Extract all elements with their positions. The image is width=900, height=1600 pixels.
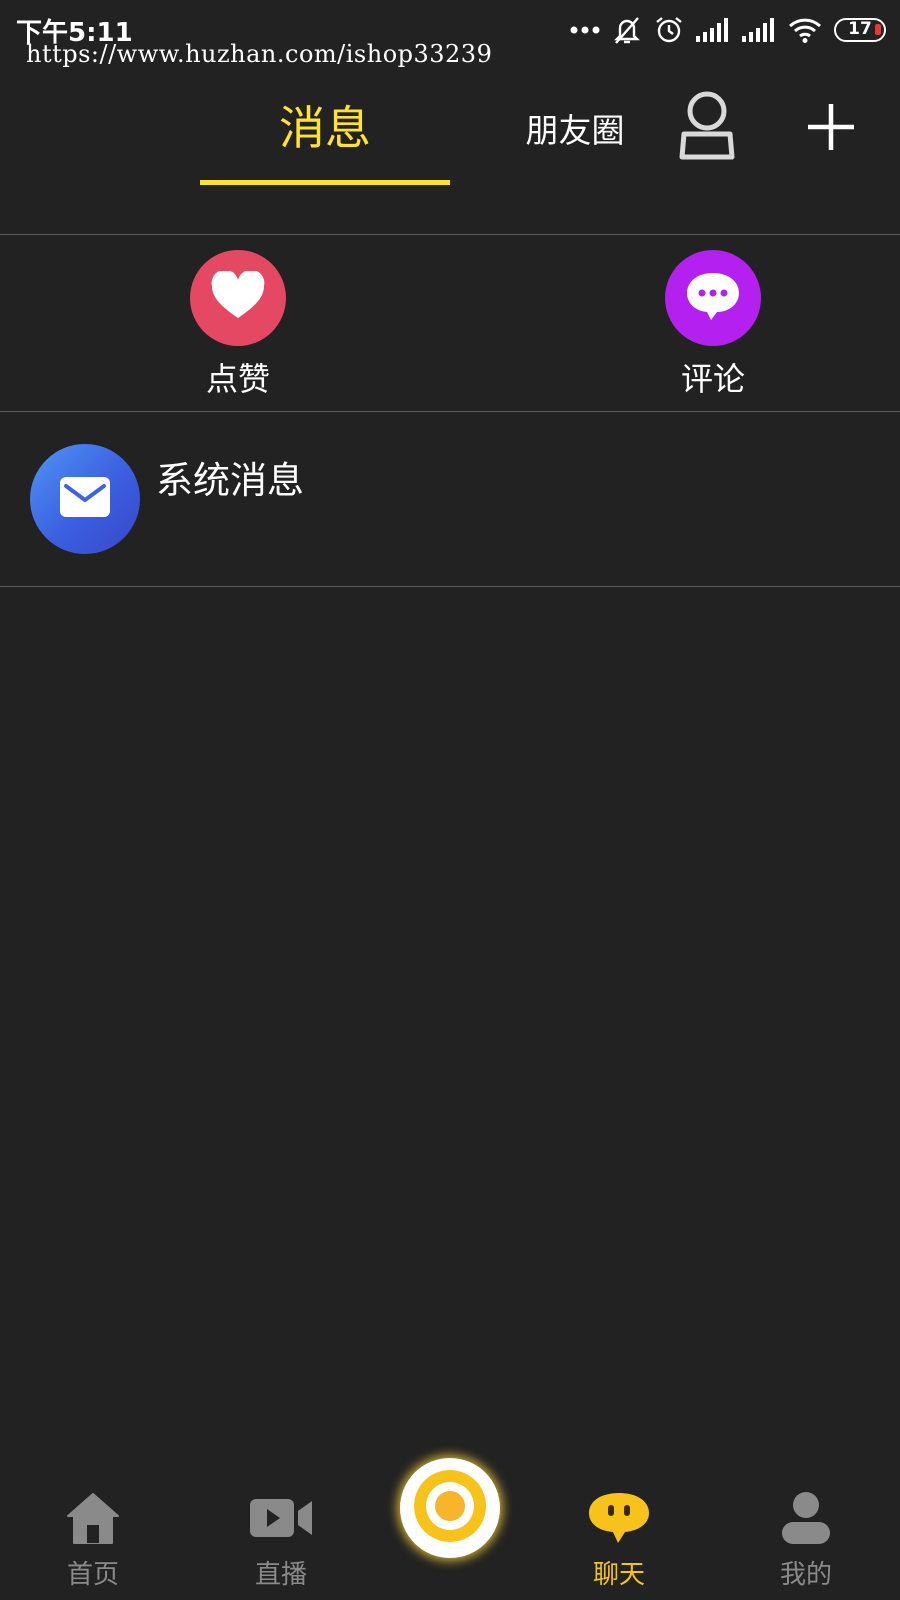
status-icons: 17: [570, 12, 886, 48]
add-button[interactable]: [800, 96, 862, 158]
nav-home-label: 首页: [66, 1560, 119, 1590]
comments-button[interactable]: 评论: [633, 250, 793, 400]
user-button[interactable]: [672, 90, 742, 162]
signal-icon: [742, 18, 776, 42]
status-bar: 下午5:11 https://www.huzhan.com/ishop33239: [0, 0, 900, 68]
nav-profile-label: 我的: [779, 1560, 832, 1590]
record-button[interactable]: [400, 1458, 500, 1558]
home-icon: [65, 1490, 121, 1550]
nav-live[interactable]: 直播: [216, 1490, 346, 1591]
system-message-row[interactable]: 系统消息: [0, 412, 900, 586]
battery-icon: 17: [834, 18, 886, 42]
chat-bubble-icon: [587, 1491, 651, 1549]
bottom-nav: 首页 直播 聊天 我的: [0, 1458, 900, 1600]
user-outline-icon: [672, 91, 742, 166]
tab-messages[interactable]: 消息: [200, 92, 450, 158]
plus-icon: [800, 104, 862, 162]
divider: [0, 234, 900, 235]
nav-chat[interactable]: 聊天: [554, 1490, 684, 1591]
profile-icon: [778, 1490, 834, 1550]
envelope-icon: [59, 476, 111, 522]
likes-icon-circle: [190, 250, 286, 346]
divider: [0, 586, 900, 587]
tab-moments[interactable]: 朋友圈: [505, 104, 645, 152]
more-dots-icon: [570, 25, 600, 35]
alarm-icon: [654, 15, 684, 45]
mute-bell-icon: [612, 15, 642, 45]
system-message-title: 系统消息: [156, 459, 304, 502]
nav-home[interactable]: 首页: [28, 1490, 158, 1591]
record-button-icon: [408, 1464, 492, 1552]
video-camera-icon: [249, 1496, 313, 1544]
header: 消息 朋友圈: [0, 62, 900, 234]
signal-icon: [696, 18, 730, 42]
likes-label: 点赞: [205, 360, 270, 398]
nav-profile[interactable]: 我的: [741, 1490, 871, 1591]
comment-icon: [684, 270, 742, 326]
comments-label: 评论: [680, 360, 745, 398]
system-message-avatar: [30, 444, 140, 554]
likes-button[interactable]: 点赞: [158, 250, 318, 400]
heart-icon: [210, 269, 266, 325]
wifi-icon: [788, 17, 822, 43]
active-tab-indicator: [200, 180, 450, 185]
nav-chat-label: 聊天: [592, 1560, 645, 1590]
battery-low-indicator: [875, 24, 881, 35]
comments-icon-circle: [665, 250, 761, 346]
nav-live-label: 直播: [254, 1560, 307, 1590]
